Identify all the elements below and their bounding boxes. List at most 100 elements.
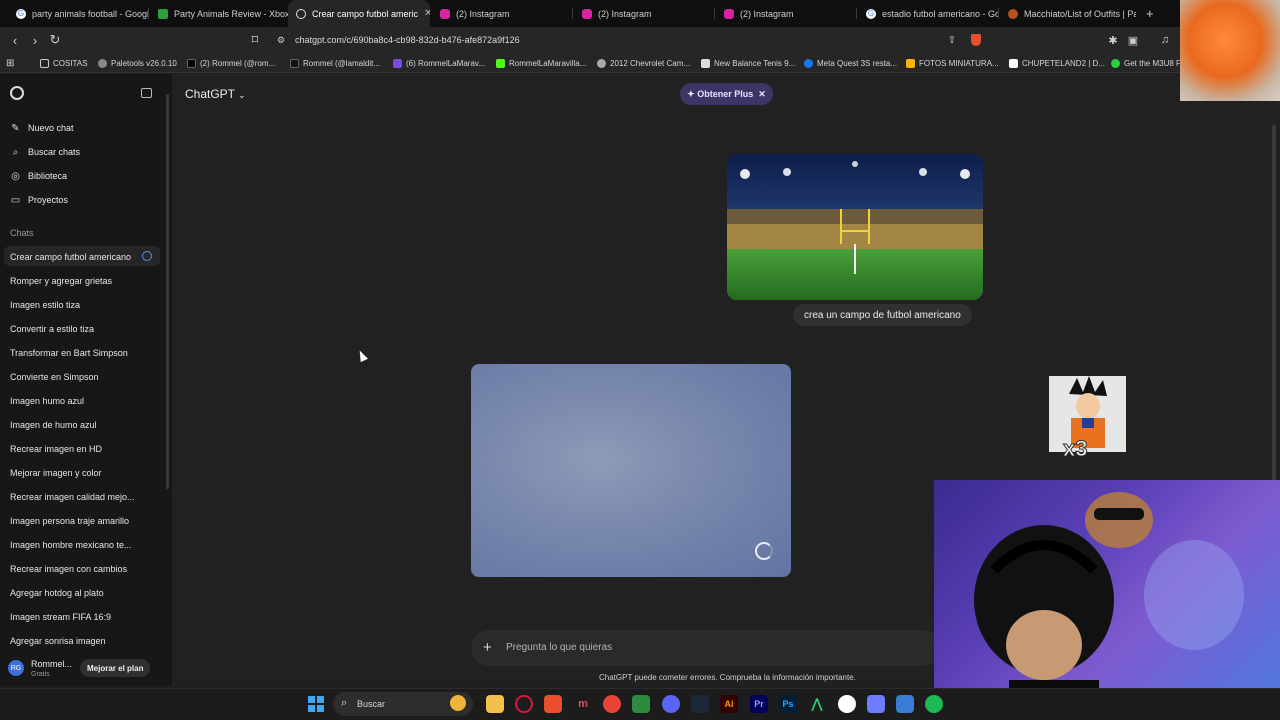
illustrator-icon[interactable]: Ai [720,695,738,713]
file-explorer-icon[interactable] [486,695,504,713]
bookmark-item[interactable]: Paletools v26.0.10 [98,56,177,70]
user-name[interactable]: Rommel... [31,659,72,669]
chat-item[interactable]: Agregar hotdog al plato [10,588,104,598]
prompt-input[interactable]: Pregunta lo que quieras [506,642,612,653]
search-icon: ⌕ [341,697,348,709]
tab-party-animals-review[interactable]: Party Animals Review - Xbox Ta [150,0,288,27]
bookmark-item[interactable]: New Balance Tenis 9... [701,56,795,70]
app-icon[interactable] [896,695,914,713]
tab-estadio-futbol[interactable]: G estadio futbol americano - Go [858,0,998,27]
site-info-icon[interactable]: ⚙ [272,31,290,49]
close-tab-icon[interactable]: ✕ [418,8,430,19]
chat-item[interactable]: Imagen persona traje amarillo [10,516,129,526]
app-icon[interactable]: ⋀ [808,695,826,713]
model-selector[interactable]: ChatGPT ⌄ [185,87,246,101]
url-text[interactable]: chatgpt.com/c/690ba8c4-cb98-832d-b476-af… [295,35,520,45]
tab-instagram-3[interactable]: (2) Instagram [716,0,856,27]
bookmark-item[interactable]: RommelLaMaravilla... [496,56,586,70]
bookmark-icon[interactable]: ⌑ [246,31,264,49]
brave-browser-icon[interactable] [544,695,562,713]
chat-item[interactable]: Imagen humo azul [10,396,84,406]
app-icon[interactable]: m [574,695,592,713]
brave-shield-icon[interactable] [967,31,985,49]
chat-item[interactable]: Agregar sonrisa imagen [10,636,106,646]
app-icon[interactable] [867,695,885,713]
sticker-text: x3 [1062,436,1088,462]
chat-item[interactable]: Recrear imagen con cambios [10,564,127,574]
bookmark-item[interactable]: Meta Quest 3S resta... [804,56,897,70]
share-icon[interactable]: ⇪ [943,31,961,49]
tab-instagram-2[interactable]: (2) Instagram [574,0,714,27]
tab-macchiato[interactable]: Macchiato/List of Outfits | Part [1000,0,1136,27]
folder-icon: ▭ [10,194,21,206]
search-icon: ⌕ [12,146,19,158]
upgrade-plan-button[interactable]: Mejorar el plan [80,659,151,677]
chat-item[interactable]: Crear campo futbol americano [10,252,131,262]
chatgpt-icon [296,8,306,19]
chat-item[interactable]: Recrear imagen calidad mejo... [10,492,135,502]
sidebar-scrollbar[interactable] [166,94,169,489]
chat-item[interactable]: Imagen stream FIFA 16:9 [10,612,111,622]
chrome-icon[interactable] [603,695,621,713]
tab-label: party animals football - Google [32,8,148,19]
user-uploaded-image[interactable] [727,154,983,300]
bookmark-item[interactable]: CHUPETELAND2 | D... [1009,56,1105,70]
projects-button[interactable]: ▭ Proyectos [10,191,68,209]
back-icon[interactable]: ‹ [6,31,24,49]
tab-label: Party Animals Review - Xbox Ta [174,8,288,19]
tab-party-animals-football[interactable]: G party animals football - Google [8,0,148,27]
add-attachment-icon[interactable]: + [483,639,492,656]
chat-item[interactable]: Convertir a estilo tiza [10,324,94,334]
meta-icon [804,58,813,68]
tab-crear-campo[interactable]: Crear campo futbol americ ✕ [288,0,430,27]
site-icon [1009,58,1018,68]
forward-icon[interactable]: › [26,31,44,49]
chevron-down-icon: ⌄ [238,90,246,100]
search-highlight-icon [450,695,466,711]
chat-item[interactable]: Imagen de humo azul [10,420,97,430]
tab-instagram-1[interactable]: (2) Instagram [432,0,572,27]
taskbar-search-label[interactable]: Buscar [357,699,385,709]
extensions-icon[interactable]: ✱ [1104,31,1122,49]
bookmark-item[interactable]: COSITAS [40,56,88,70]
close-sidebar-icon[interactable] [141,88,152,98]
steam-icon[interactable] [691,695,709,713]
apps-icon[interactable]: ⊞ [6,56,14,70]
site-icon [98,58,107,68]
search-chats-button[interactable]: ⌕ Buscar chats [10,143,80,161]
chat-item[interactable]: Transformar en Bart Simpson [10,348,128,358]
chat-item[interactable]: Imagen estilo tiza [10,300,80,310]
opera-icon[interactable] [515,695,533,713]
reload-icon[interactable]: ↻ [46,31,64,49]
bookmark-item[interactable]: Rommel (@lamaldit... [290,56,380,70]
app-icon[interactable] [632,695,650,713]
bookmark-item[interactable]: 2012 Chevrolet Cam... [597,56,690,70]
chat-item[interactable]: Mejorar imagen y color [10,468,102,478]
bookmark-item[interactable]: (2) Rommel (@rom... [187,56,275,70]
avatar[interactable]: RG [8,660,24,676]
chatgpt-app-icon[interactable] [838,695,856,713]
photoshop-icon[interactable]: Ps [779,695,797,713]
wiki-icon [1008,8,1018,19]
get-plus-button[interactable]: ✦ Obtener Plus ✕ [680,83,773,105]
new-tab-icon[interactable]: + [1146,6,1154,21]
premiere-icon[interactable]: Pr [750,695,768,713]
library-button[interactable]: ◎ Biblioteca [10,167,67,185]
chat-item[interactable]: Recrear imagen en HD [10,444,102,454]
bookmark-item[interactable]: FOTOS MINIATURA... [906,56,999,70]
chat-item[interactable]: Convierte en Simpson [10,372,99,382]
chat-item[interactable]: Romper y agregar grietas [10,276,112,286]
chatgpt-logo-icon[interactable] [10,86,24,100]
spotify-icon[interactable] [925,695,943,713]
sidebar: ✎ Nuevo chat ⌕ Buscar chats ◎ Biblioteca ▭ P… [0,74,172,686]
tiktok-icon [290,58,299,68]
bookmark-item[interactable]: (6) RommelLaMarav... [393,56,485,70]
chat-item[interactable]: Imagen hombre mexicano te... [10,540,132,550]
discord-icon[interactable] [662,695,680,713]
bookmark-item[interactable]: Get the M3U8 F [1111,56,1181,70]
media-icon[interactable]: ♫ [1156,31,1174,49]
sidebar-toggle-icon[interactable]: ▣ [1124,31,1142,49]
new-chat-button[interactable]: ✎ Nuevo chat [10,119,73,137]
windows-start-icon[interactable] [307,695,325,713]
close-icon[interactable]: ✕ [758,89,766,100]
